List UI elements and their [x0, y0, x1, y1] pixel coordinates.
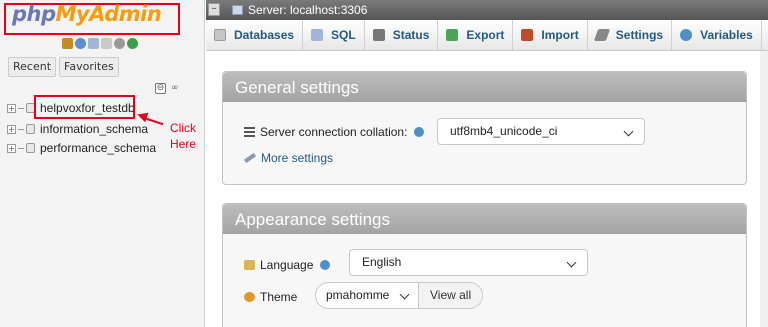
reload-icon[interactable] [127, 38, 138, 49]
tab-label: Settings [615, 28, 664, 42]
theme-value: pmahomme [326, 288, 390, 302]
database-highlight-box [34, 95, 135, 119]
database-name[interactable]: information_schema [40, 122, 148, 136]
status-icon [372, 29, 385, 41]
sql-docs-icon[interactable] [101, 38, 112, 49]
more-settings-link[interactable]: More settings [261, 151, 333, 165]
tab-label: Variables [700, 28, 753, 42]
logo-text-myadmin: MyAdmin [55, 2, 162, 26]
tab-label: SQL [331, 28, 356, 42]
database-icon [26, 143, 35, 153]
help-icon[interactable] [414, 127, 425, 137]
tab-export[interactable]: Export [438, 20, 514, 50]
sql-icon [311, 29, 324, 41]
theme-control-group: pmahomme View all [315, 282, 484, 309]
tab-favorites[interactable]: Favorites [59, 57, 119, 77]
server-icon [232, 5, 243, 15]
collation-label: Server connection collation: [260, 125, 408, 139]
link-icon[interactable]: ∞ [171, 84, 182, 93]
scrollbar[interactable] [760, 51, 768, 327]
tab-settings[interactable]: Settings [588, 20, 673, 50]
panel-title: Appearance settings [223, 204, 746, 234]
settings-icon [593, 29, 610, 41]
panel-title: General settings [223, 72, 746, 102]
tab-label: Status [392, 28, 430, 42]
tab-label: Export [466, 28, 505, 42]
phpmyadmin-logo[interactable]: phpMyAdmin [12, 2, 162, 26]
expand-icon[interactable]: + [7, 143, 16, 153]
app-root: phpMyAdmin Recent Favorites ⊖ ∞ + helpvo… [0, 0, 768, 327]
variables-icon [680, 29, 693, 41]
database-icon [214, 29, 226, 41]
language-icon [244, 260, 255, 270]
appearance-settings-panel: Appearance settings Language English The… [222, 203, 747, 327]
tab-status[interactable]: Status [365, 20, 439, 50]
settings-icon[interactable] [114, 38, 125, 49]
help-icon[interactable] [320, 260, 331, 270]
tab-import[interactable]: Import [513, 20, 588, 50]
logo-text-php: php [12, 2, 56, 26]
import-icon [521, 29, 534, 41]
language-select[interactable]: English [349, 249, 588, 276]
list-icon [244, 127, 255, 137]
top-menu-tabs: Databases SQL Status Export Import Setti… [206, 20, 768, 51]
main-area: – Server: localhost:3306 Databases SQL S… [206, 0, 768, 327]
tab-databases[interactable]: Databases [206, 20, 304, 50]
tab-label: Databases [234, 28, 295, 42]
wrench-icon [243, 152, 257, 164]
theme-select[interactable]: pmahomme [316, 283, 419, 308]
tree-line [18, 128, 24, 130]
content-area: General settings Server connection colla… [206, 51, 768, 327]
nav-icon-bar [62, 38, 138, 49]
tab-sql[interactable]: SQL [303, 20, 365, 50]
chevron-down-icon [399, 289, 410, 300]
export-icon [446, 29, 459, 41]
general-settings-panel: General settings Server connection colla… [222, 71, 747, 185]
collapse-nav-button[interactable]: – [208, 3, 220, 16]
collapse-all-icon[interactable]: ⊖ [155, 83, 166, 94]
more-settings-row[interactable]: More settings [243, 151, 333, 165]
tab-label: Import [541, 28, 579, 42]
collation-row: Server connection collation: [244, 125, 425, 139]
server-breadcrumb-bar: – Server: localhost:3306 [206, 0, 768, 20]
tree-line [18, 107, 24, 109]
docs-icon[interactable] [88, 38, 99, 49]
home-icon[interactable] [62, 38, 73, 49]
language-value: English [362, 255, 402, 269]
expand-icon[interactable]: + [7, 124, 16, 134]
chevron-down-icon [566, 257, 577, 268]
tab-recent[interactable]: Recent [8, 57, 57, 77]
database-icon [26, 124, 35, 134]
navigation-panel: phpMyAdmin Recent Favorites ⊖ ∞ + helpvo… [0, 0, 205, 327]
theme-icon [244, 292, 255, 302]
theme-label: Theme [260, 290, 298, 304]
server-breadcrumb[interactable]: Server: localhost:3306 [248, 3, 367, 17]
database-name[interactable]: performance_schema [40, 141, 156, 155]
language-label: Language [260, 258, 314, 272]
language-row: Language [244, 258, 331, 272]
tree-line [18, 147, 24, 149]
logout-icon[interactable] [75, 38, 86, 49]
nav-tabs: Recent Favorites [8, 57, 119, 77]
chevron-down-icon [623, 126, 634, 137]
tab-variables[interactable]: Variables [672, 20, 762, 50]
view-all-button[interactable]: View all [419, 283, 483, 308]
collation-value: utf8mb4_unicode_ci [450, 124, 558, 138]
collation-select[interactable]: utf8mb4_unicode_ci [437, 118, 645, 145]
click-here-annotation: Click Here [169, 121, 196, 151]
expand-icon[interactable]: + [7, 103, 16, 113]
theme-row: Theme [244, 290, 297, 304]
database-item[interactable]: + performance_schema [7, 139, 156, 157]
database-item[interactable]: + information_schema [7, 120, 148, 138]
